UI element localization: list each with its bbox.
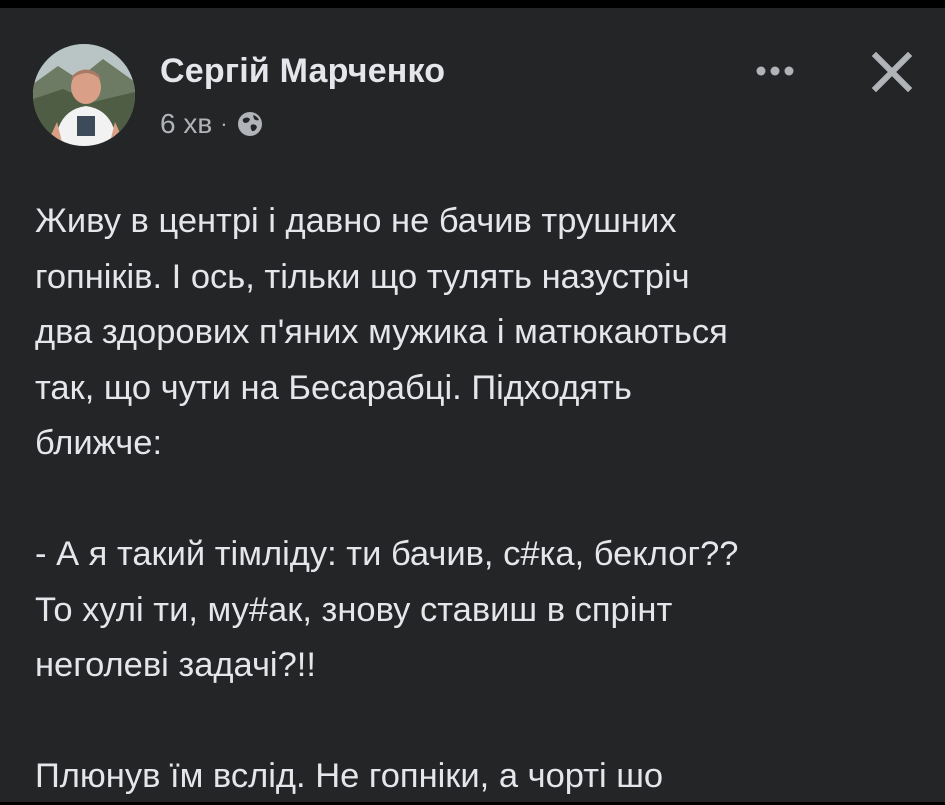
post-time[interactable]: 6 хв [160, 108, 212, 140]
text-line: неголеві задачі?!! [35, 646, 316, 684]
text-line: - А я такий тімліду: ти бачив, с#ка, бек… [35, 535, 739, 573]
avatar-photo [33, 44, 135, 146]
post-meta: 6 хв · [160, 106, 264, 142]
author-avatar[interactable] [33, 44, 135, 146]
post-paragraph: Живу в центрі і давно не бачив трушних г… [35, 194, 925, 472]
text-line: Плюнув їм вслід. Не гопніки, а чорті шо [35, 757, 664, 795]
post-text: Живу в центрі і давно не бачив трушних г… [35, 194, 925, 805]
post-card: Сергій Марченко 6 хв · Живу в центрі і д… [0, 8, 945, 802]
close-icon [872, 52, 912, 92]
text-line: То хулі ти, му#ак, знову ставиш в спрінт [35, 590, 673, 629]
more-horizontal-icon [756, 66, 794, 76]
text-line: ближче: [35, 424, 163, 462]
text-line: Живу в центрі і давно не бачив трушних [35, 202, 677, 240]
more-options-button[interactable] [740, 46, 810, 96]
close-button[interactable] [862, 42, 922, 102]
post-paragraph: - А я такий тімліду: ти бачив, с#ка, бек… [35, 527, 925, 694]
text-line: так, що чути на Бесарабці. Підходять [35, 368, 632, 407]
globe-icon[interactable] [236, 110, 264, 138]
author-name[interactable]: Сергій Марченко [160, 52, 445, 91]
post-paragraph: Плюнув їм вслід. Не гопніки, а чорті шо [35, 749, 925, 805]
text-line: два здорових п'яних мужика і матюкаються [35, 313, 728, 351]
text-line: гопніків. І ось, тільки що тулять назуст… [35, 257, 690, 296]
meta-separator: · [220, 111, 228, 136]
